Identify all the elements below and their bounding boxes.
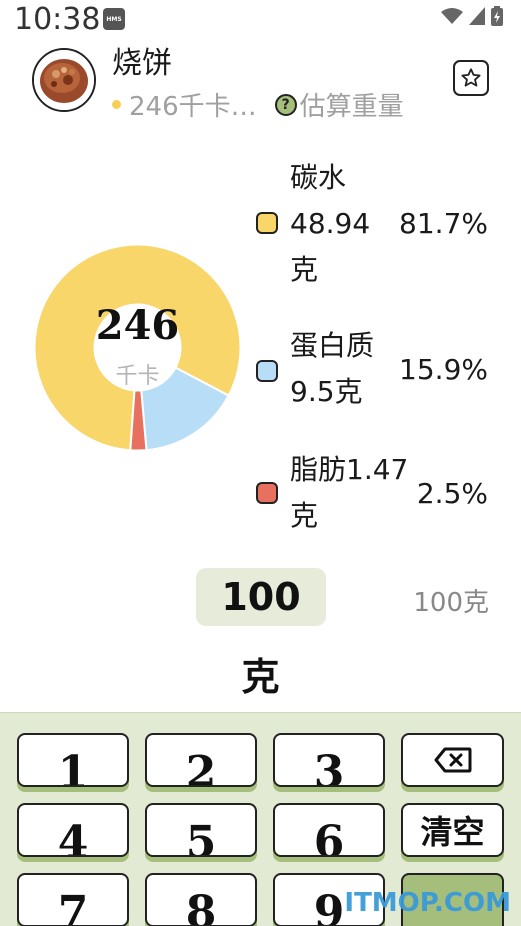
key-4[interactable]: 4 — [17, 803, 129, 857]
legend-item-fat: 脂肪1.47 克 2.5% — [256, 446, 506, 538]
legend-swatch-carbs — [256, 212, 278, 234]
key-7[interactable]: 7 — [17, 873, 129, 926]
calorie-total: 246 — [95, 302, 180, 349]
key-8-label: 8 — [185, 887, 217, 926]
weight-input[interactable]: 100 — [196, 568, 326, 626]
signal-icon — [469, 7, 485, 25]
legend-item-carbs: 碳水 48.94 克 81.7% — [256, 150, 506, 290]
legend-protein-amount: 9.5克 — [290, 375, 363, 408]
weight-unit: 克 — [241, 655, 280, 699]
key-2[interactable]: 2 — [145, 733, 257, 787]
key-9-label: 9 — [313, 887, 345, 926]
favorite-button[interactable] — [453, 60, 489, 96]
calorie-summary: 246千卡… — [129, 92, 257, 122]
key-3[interactable]: 3 — [273, 733, 385, 787]
calorie-unit: 千卡 — [115, 364, 160, 389]
food-name: 烧饼 — [112, 46, 172, 81]
clear-label: 清空 — [420, 813, 485, 851]
star-icon — [461, 68, 481, 87]
legend-item-protein: 蛋白质 9.5克 15.9% — [256, 322, 506, 414]
calorie-line: 246千卡… ? 估算重量 — [112, 86, 404, 123]
food-header: 烧饼 246千卡… ? 估算重量 — [0, 38, 521, 128]
legend-carbs-pct: 81.7% — [399, 207, 488, 240]
nutrition-donut-chart: 246 千卡 — [30, 240, 245, 455]
estimate-weight-label: 估算重量 — [299, 92, 404, 122]
key-7-label: 7 — [57, 887, 89, 926]
weight-reference: 100克 — [413, 588, 489, 618]
hms-badge: HMS — [103, 8, 125, 30]
legend-protein-name: 蛋白质 — [290, 329, 375, 362]
key-2-label: 2 — [185, 747, 217, 787]
food-avatar — [32, 48, 96, 112]
food-image-icon — [34, 50, 94, 110]
backspace-button[interactable] — [401, 733, 504, 787]
watermark: ITMOP.COM — [344, 888, 511, 918]
key-1-label: 1 — [57, 747, 89, 787]
wifi-icon — [441, 8, 463, 24]
legend-fat-name: 脂肪1.47 — [290, 453, 409, 486]
estimate-weight-link[interactable]: ? 估算重量 — [274, 86, 404, 123]
battery-icon — [491, 6, 503, 26]
legend-swatch-protein — [256, 360, 278, 382]
clear-button[interactable]: 清空 — [401, 803, 504, 857]
key-1[interactable]: 1 — [17, 733, 129, 787]
key-3-label: 3 — [313, 747, 345, 787]
legend-carbs-unit: 克 — [290, 253, 319, 286]
key-8[interactable]: 8 — [145, 873, 257, 926]
backspace-icon — [434, 747, 471, 773]
legend-fat-unit: 克 — [290, 499, 319, 532]
key-4-label: 4 — [57, 817, 89, 857]
key-5-label: 5 — [185, 817, 217, 857]
legend-carbs-amount: 48.94 — [290, 207, 371, 240]
status-icons — [441, 6, 503, 26]
key-5[interactable]: 5 — [145, 803, 257, 857]
help-icon: ? — [274, 93, 297, 116]
calorie-dot — [112, 100, 121, 109]
key-6-label: 6 — [313, 817, 345, 857]
status-time: 10:38 — [14, 2, 101, 37]
legend-fat-pct: 2.5% — [416, 477, 488, 510]
key-6[interactable]: 6 — [273, 803, 385, 857]
legend-protein-pct: 15.9% — [399, 353, 488, 386]
legend-carbs-name: 碳水 — [290, 161, 347, 194]
legend-swatch-fat — [256, 482, 278, 504]
